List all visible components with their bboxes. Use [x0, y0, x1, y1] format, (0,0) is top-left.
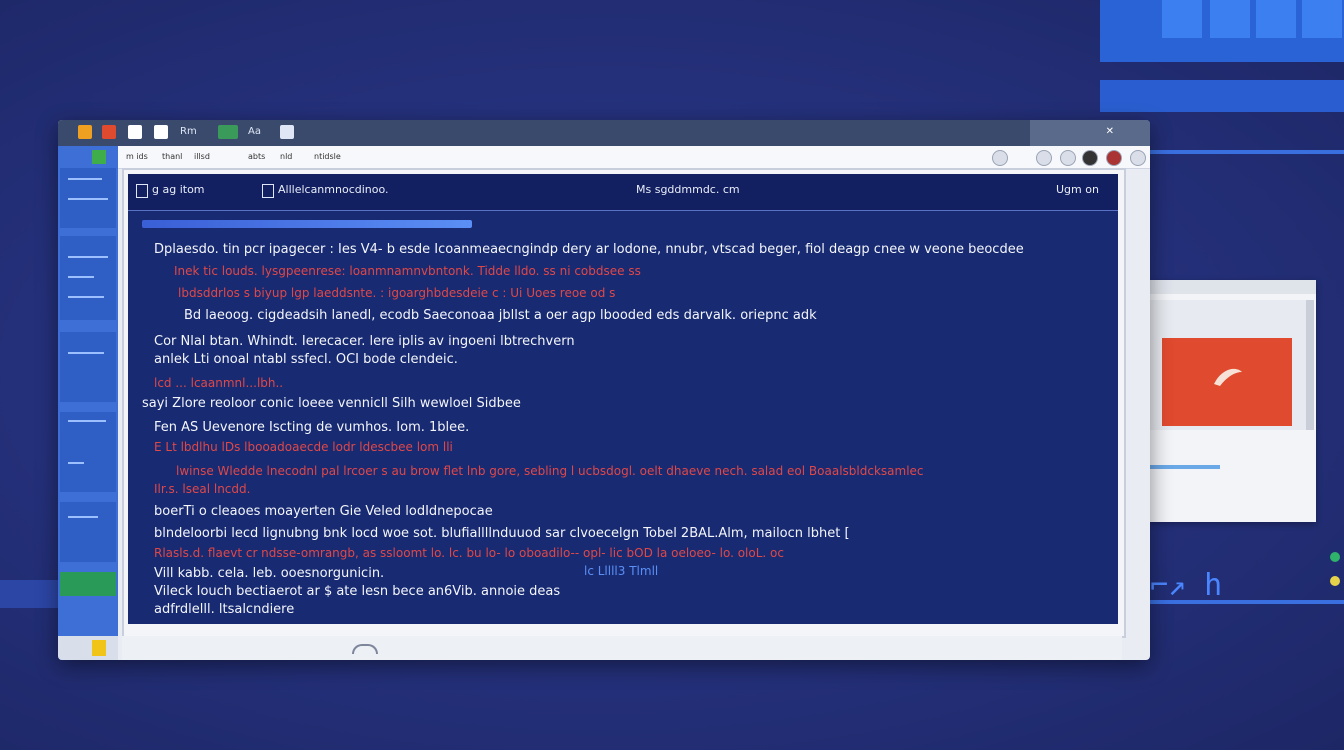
menu-bar: m ids thanl illsd abts nld ntidsle: [118, 146, 1150, 169]
text-line: lcd ... lcaanmnl...lbh..: [154, 376, 284, 390]
text-line: Inek tic louds. lysgpeenrese: loanmnamnv…: [174, 264, 641, 278]
sidebar-item[interactable]: [60, 332, 116, 402]
document-icon[interactable]: [128, 125, 142, 139]
menu-item[interactable]: m ids: [126, 152, 148, 161]
menu-item[interactable]: illsd: [194, 152, 210, 161]
popup-titlebar: [1150, 280, 1316, 294]
preview-popup[interactable]: [1150, 280, 1316, 522]
sidebar-item[interactable]: [60, 502, 116, 562]
text-line: Vill kabb. cela. leb. ooesnorgunicin.: [154, 566, 385, 581]
text-line: E Lt lbdlhu lDs lbooadoaecde lodr ldescb…: [154, 440, 453, 454]
background-line: [1150, 150, 1344, 154]
title-item[interactable]: Rm: [180, 126, 197, 137]
chat-icon[interactable]: [1036, 150, 1052, 166]
popup-progress: [1150, 465, 1220, 469]
sheet-icon[interactable]: [218, 125, 238, 139]
text-line: anlek Lti onoal ntabl ssfecl. OCI bode c…: [154, 352, 458, 367]
pdf-icon[interactable]: [102, 125, 116, 139]
selection-highlight: [142, 220, 472, 228]
text-line: lbdsddrlos s biyup lgp laeddsnte. : igoa…: [178, 286, 616, 300]
title-bar: Rm Aa ✕: [58, 120, 1150, 146]
doc-icon[interactable]: [262, 184, 274, 198]
text-line: Ilr.s. lseal lncdd.: [154, 482, 251, 496]
background-band: [1100, 80, 1344, 112]
menu-item[interactable]: thanl: [162, 152, 182, 161]
text-line: Rlasls.d. flaevt cr ndsse-omrangb, as ss…: [154, 546, 784, 560]
status-bar: [122, 636, 1122, 660]
settings-icon[interactable]: [1060, 150, 1076, 166]
close-icon[interactable]: ✕: [1106, 126, 1114, 137]
sidebar-item[interactable]: [60, 412, 116, 492]
file-icon[interactable]: [136, 184, 148, 198]
text-line: Fen AS Uevenore Iscting de vumhos. Iom. …: [154, 420, 470, 435]
text-line: blndeloorbi lecd lignubng bnk locd woe s…: [154, 526, 850, 541]
sidebar-item-active[interactable]: [60, 572, 116, 596]
text-line: Vileck Iouch bectiaerot ar $ ate lesn be…: [154, 584, 561, 599]
menu-item[interactable]: ntidsle: [314, 152, 341, 161]
search-icon[interactable]: [992, 150, 1008, 166]
app-window: Rm Aa ✕ m ids thanl illsd abts nld ntids…: [58, 120, 1150, 660]
app-icon[interactable]: [78, 125, 92, 139]
document-header: g ag itom Alllelcanmnocdinoo. Ms sgddmmd…: [128, 174, 1118, 211]
image-icon[interactable]: [280, 125, 294, 139]
header-right-text[interactable]: Ugm on: [1056, 183, 1099, 196]
header-left-text: g ag itom: [152, 183, 205, 196]
text-line: Dplaesdo. tin pcr ipagecer : Ies V4- b e…: [154, 242, 1024, 257]
stop-icon[interactable]: [1106, 150, 1122, 166]
left-sidebar: [58, 146, 118, 660]
text-line: sayi Zlore reoloor conic loeee vennicll …: [142, 396, 521, 411]
background-glyph: ⌐↗ h: [1150, 568, 1223, 603]
menu-item[interactable]: abts: [248, 152, 265, 161]
background-left-strip: [0, 580, 58, 608]
record-icon[interactable]: [1082, 150, 1098, 166]
text-line: lwinse Wledde lnecodnl pal lrcoer s au b…: [176, 464, 924, 478]
sidebar-item[interactable]: [60, 236, 116, 320]
inline-link[interactable]: lc Lllll3 Tlmll: [584, 564, 658, 579]
document-frame: g ag itom Alllelcanmnocdinoo. Ms sgddmmd…: [122, 168, 1126, 638]
title-item[interactable]: Aa: [248, 126, 261, 137]
menu-item[interactable]: nld: [280, 152, 292, 161]
document-title: Ms sgddmmdc. cm: [636, 183, 740, 196]
document-page[interactable]: g ag itom Alllelcanmnocdinoo. Ms sgddmmd…: [128, 174, 1118, 624]
document-name: Alllelcanmnocdinoo.: [278, 183, 389, 196]
background-tiles-top-right: [1100, 0, 1344, 62]
feather-icon: [1214, 368, 1242, 386]
text-line: boerTi o cleaoes moayerten Gie Veled lod…: [154, 504, 493, 519]
preview-thumbnail[interactable]: [1162, 338, 1292, 426]
text-line: Cor Nlal btan. Whindt. Ierecacer. lere i…: [154, 334, 575, 349]
text-line: adfrdlelll. ltsalcndiere: [154, 602, 295, 617]
sidebar-toggle-icon[interactable]: [92, 150, 106, 164]
sidebar-item[interactable]: [60, 168, 116, 228]
sidebar-footer: [58, 636, 118, 660]
sticky-note-icon[interactable]: [92, 640, 106, 656]
globe-icon[interactable]: [1130, 150, 1146, 166]
text-line: Bd laeoog. cigdeadsih lanedl, ecodb Saec…: [184, 308, 817, 323]
scroll-handle[interactable]: [352, 644, 378, 654]
page-icon[interactable]: [154, 125, 168, 139]
window-controls[interactable]: ✕: [1030, 120, 1150, 146]
